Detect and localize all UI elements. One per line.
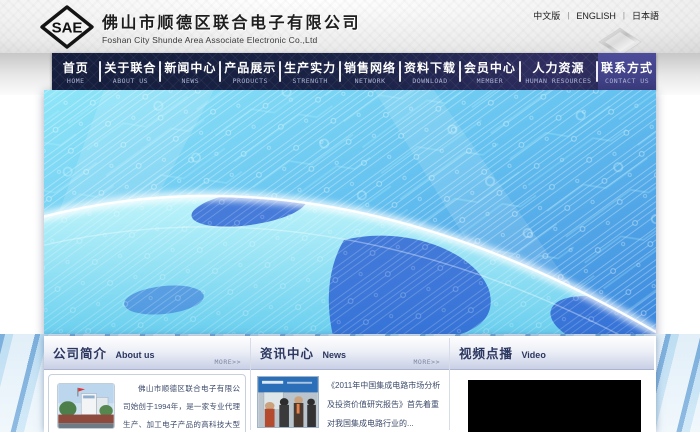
bottom-content-panel: 公司简介 About us MORE>> bbox=[44, 336, 656, 432]
about-text: 佛山市顺德区联合电子有限公司始创于1994年，是一家专业代理生产、加工电子产品的… bbox=[123, 380, 240, 432]
circuit-globe-banner-image bbox=[44, 90, 656, 334]
about-content-box: 佛山市顺德区联合电子有限公司始创于1994年，是一家专业代理生产、加工电子产品的… bbox=[48, 374, 246, 432]
nav-human-resources[interactable]: 人力资源 HUMAN RESOURCES bbox=[521, 53, 596, 90]
company-name-en: Foshan City Shunde Area Associate Electr… bbox=[102, 35, 361, 45]
news-title-zh: 资讯中心 bbox=[260, 347, 314, 361]
nav-products[interactable]: 产品展示 PRODUCTS bbox=[221, 53, 279, 90]
nav-home[interactable]: 首页 HOME bbox=[52, 53, 99, 90]
nav-download[interactable]: 资料下载 DOWNLOAD bbox=[401, 53, 459, 90]
page: SAE 佛山市顺德区联合电子有限公司 Foshan City Shunde Ar… bbox=[0, 0, 700, 432]
news-headline-link[interactable]: 《2011年中国集成电路市场分析及投资价值研究报告》首先着重对我国集成电路行业的… bbox=[327, 376, 445, 432]
logo-text: SAE bbox=[52, 20, 83, 37]
news-section: 资讯中心 News MORE>> bbox=[251, 336, 449, 432]
hero-banner bbox=[44, 90, 656, 334]
company-name-zh: 佛山市顺德区联合电子有限公司 bbox=[102, 9, 361, 33]
video-section: 视频点播 Video bbox=[450, 336, 654, 432]
nav-news[interactable]: 新闻中心 NEWS bbox=[161, 53, 219, 90]
news-title-en: News bbox=[322, 350, 346, 360]
about-title-zh: 公司简介 bbox=[53, 347, 107, 361]
nav-about[interactable]: 关于联合 ABOUT US bbox=[101, 53, 159, 90]
about-section: 公司简介 About us MORE>> bbox=[44, 336, 250, 432]
news-more-link[interactable]: MORE>> bbox=[414, 358, 440, 366]
video-section-header: 视频点播 Video bbox=[450, 336, 654, 370]
about-more-link[interactable]: MORE>> bbox=[215, 358, 241, 366]
exhibition-photo[interactable] bbox=[257, 376, 319, 428]
company-building-photo bbox=[57, 383, 115, 429]
video-title-zh: 视频点播 bbox=[459, 347, 513, 361]
site-header: SAE 佛山市顺德区联合电子有限公司 Foshan City Shunde Ar… bbox=[0, 0, 700, 53]
lang-chinese-link[interactable]: 中文版 bbox=[526, 9, 567, 22]
lang-japanese-link[interactable]: 日本語 bbox=[625, 9, 666, 22]
language-switcher: 中文版 | ENGLISH | 日本語 bbox=[526, 9, 666, 22]
nav-member[interactable]: 会员中心 MEMBER bbox=[461, 53, 519, 90]
sae-diamond-logo-icon: SAE bbox=[40, 5, 94, 49]
nav-network[interactable]: 销售网络 NETWORK bbox=[341, 53, 399, 90]
nav-strength[interactable]: 生产实力 STRENGTH bbox=[281, 53, 339, 90]
about-section-header: 公司简介 About us MORE>> bbox=[44, 336, 250, 370]
lang-english-link[interactable]: ENGLISH bbox=[569, 11, 623, 21]
logo-block[interactable]: SAE 佛山市顺德区联合电子有限公司 Foshan City Shunde Ar… bbox=[40, 5, 361, 49]
news-section-header: 资讯中心 News MORE>> bbox=[251, 336, 449, 370]
video-title-en: Video bbox=[521, 350, 545, 360]
nav-contact[interactable]: 联系方式 CONTACT US bbox=[598, 53, 656, 90]
video-player[interactable] bbox=[468, 380, 641, 432]
main-nav: 首页 HOME 关于联合 ABOUT US 新闻中心 NEWS 产品展示 PRO… bbox=[52, 53, 656, 90]
about-title-en: About us bbox=[115, 350, 154, 360]
